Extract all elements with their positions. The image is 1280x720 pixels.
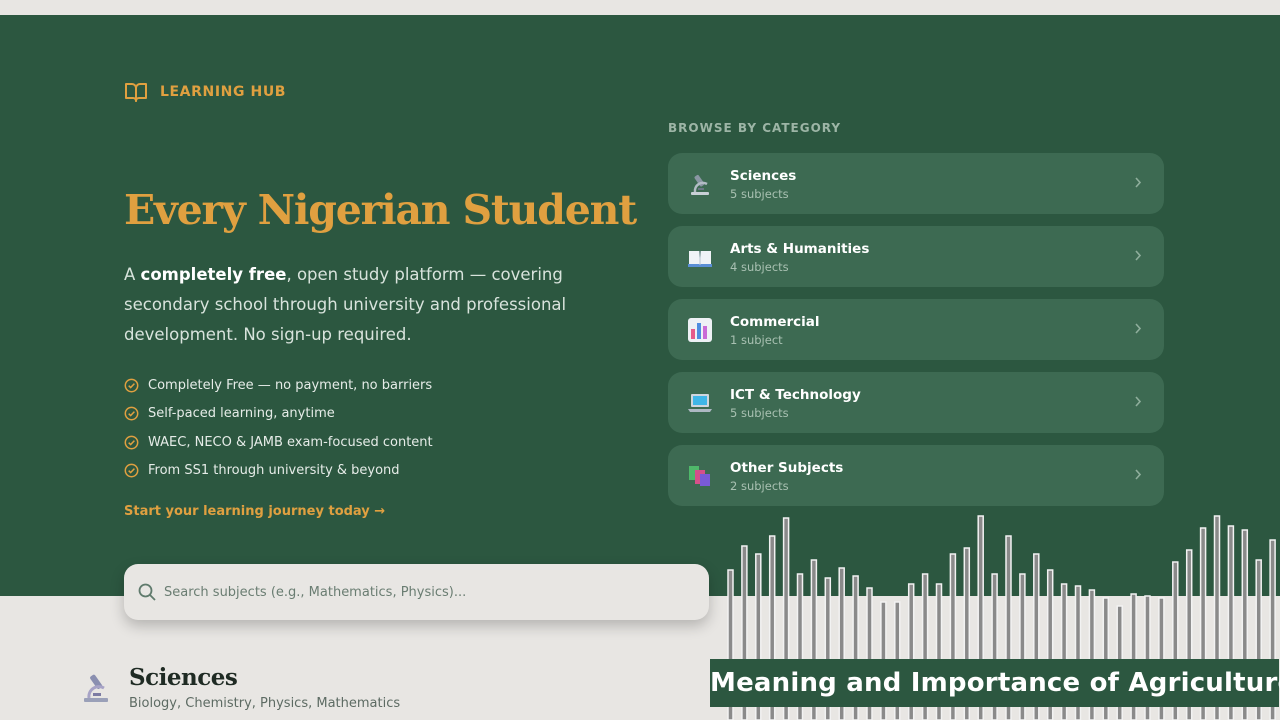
search-bar[interactable] — [124, 564, 709, 620]
category-card-sciences[interactable]: Sciences 5 subjects — [668, 153, 1164, 214]
feature-label: From SS1 through university & beyond — [148, 463, 400, 479]
microscope-icon — [691, 174, 709, 195]
search-icon — [138, 583, 156, 601]
hero-headline: Every Nigerian Student — [124, 186, 637, 234]
category-count: 4 subjects — [730, 260, 789, 274]
chevron-right-icon — [1135, 469, 1142, 480]
intro-prefix: A — [124, 265, 141, 284]
chevron-right-icon — [1135, 177, 1142, 188]
laptop-icon — [688, 394, 712, 412]
books-stack-icon — [689, 466, 710, 486]
category-count: 2 subjects — [730, 479, 789, 493]
category-name: Arts & Humanities — [730, 241, 870, 257]
chevron-right-icon — [1135, 323, 1142, 334]
category-name: ICT & Technology — [730, 387, 861, 403]
hero-intro: A completely free, open study platform —… — [124, 260, 584, 350]
browse-category-heading: BROWSE BY CATEGORY — [668, 121, 842, 135]
category-count: 5 subjects — [730, 406, 789, 420]
category-name: Sciences — [730, 168, 797, 184]
check-circle-icon — [124, 378, 139, 393]
feature-item: Self-paced learning, anytime — [124, 400, 433, 429]
intro-bold: completely free — [140, 265, 287, 284]
chevron-right-icon — [1135, 396, 1142, 407]
feature-label: Self-paced learning, anytime — [148, 406, 335, 422]
brand-label: LEARNING HUB — [160, 84, 287, 100]
feature-label: WAEC, NECO & JAMB exam-focused content — [148, 434, 433, 450]
book-icon — [688, 251, 712, 267]
category-card-ict-technology[interactable]: ICT & Technology 5 subjects — [668, 372, 1164, 433]
chevron-right-icon — [1135, 250, 1142, 261]
check-circle-icon — [124, 406, 139, 421]
start-journey-link[interactable]: Start your learning journey today → — [124, 504, 385, 519]
feature-list: Completely Free — no payment, no barrier… — [124, 371, 433, 485]
top-strip — [0, 0, 1280, 15]
search-input[interactable] — [164, 574, 684, 610]
section-title: Sciences — [129, 664, 238, 691]
open-book-icon — [125, 83, 147, 102]
feature-item: Completely Free — no payment, no barrier… — [124, 371, 433, 400]
category-name: Commercial — [730, 314, 820, 330]
check-circle-icon — [124, 435, 139, 450]
feature-item: WAEC, NECO & JAMB exam-focused content — [124, 428, 433, 457]
category-name: Other Subjects — [730, 460, 844, 476]
category-card-other-subjects[interactable]: Other Subjects 2 subjects — [668, 445, 1164, 506]
category-card-commercial[interactable]: Commercial 1 subject — [668, 299, 1164, 360]
feature-label: Completely Free — no payment, no barrier… — [148, 377, 433, 393]
brand[interactable]: LEARNING HUB — [124, 81, 286, 103]
bar-chart-icon — [688, 318, 712, 342]
check-circle-icon — [124, 463, 139, 478]
category-count: 5 subjects — [730, 187, 789, 201]
microscope-icon — [84, 674, 108, 702]
category-count: 1 subject — [730, 333, 783, 347]
category-card-arts-humanities[interactable]: Arts & Humanities 4 subjects — [668, 226, 1164, 287]
section-subtitle: Biology, Chemistry, Physics, Mathematics — [129, 696, 401, 711]
feature-item: From SS1 through university & beyond — [124, 457, 433, 486]
video-title-overlay: Meaning and Importance of Agriculture — [710, 659, 1280, 707]
